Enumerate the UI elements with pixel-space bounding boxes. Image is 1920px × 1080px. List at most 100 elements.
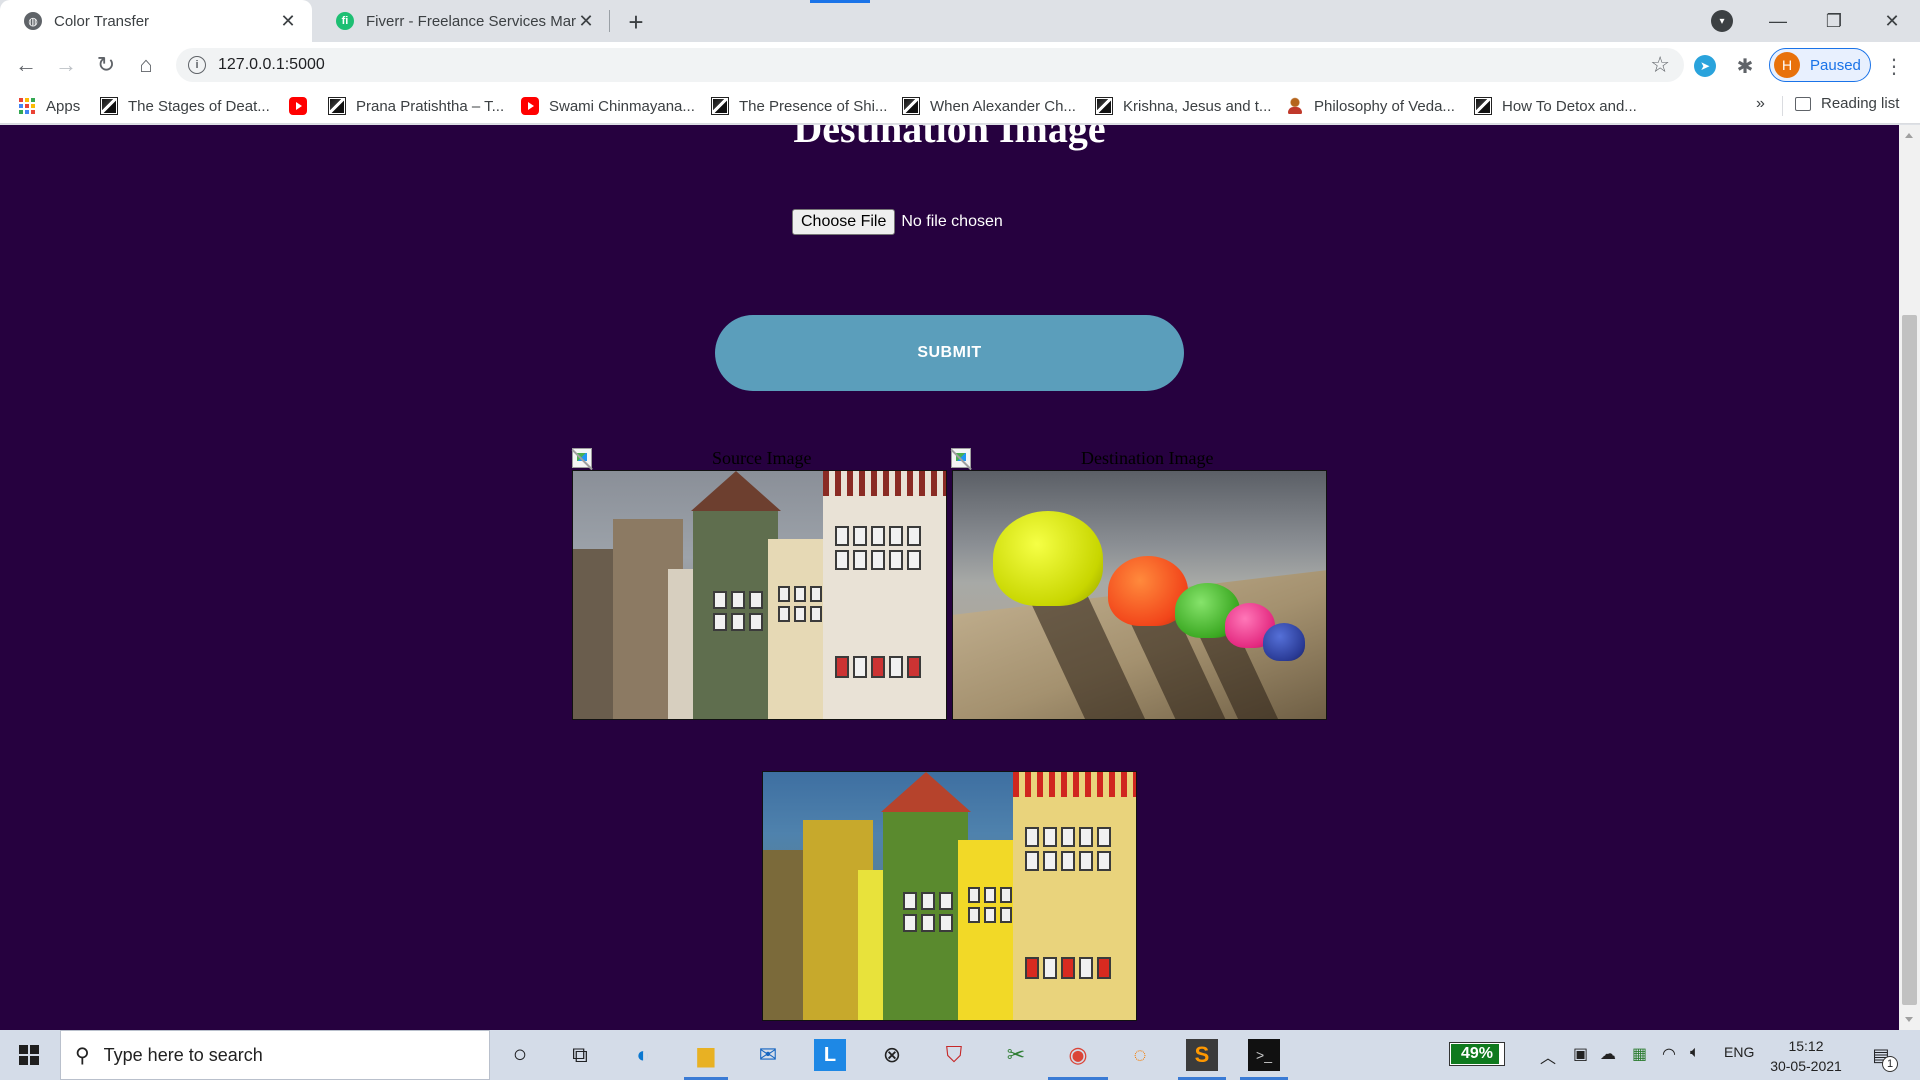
reading-list-button[interactable]: Reading list — [1795, 95, 1899, 112]
destination-image — [952, 470, 1327, 720]
scrollbar-thumb[interactable] — [1902, 315, 1917, 1005]
close-icon[interactable]: ✕ — [278, 11, 298, 31]
bookmark-item[interactable]: How To Detox and... — [1474, 95, 1637, 117]
jupyter-icon[interactable]: ◌ — [1124, 1039, 1156, 1071]
bookmark-item[interactable]: When Alexander Ch... — [902, 95, 1076, 117]
fiverr-icon: fi — [336, 12, 354, 30]
onedrive-icon[interactable]: ☁ — [1600, 1044, 1616, 1064]
bookmarks-bar: Apps The Stages of Deat... Prana Pratish… — [0, 88, 1920, 124]
mcafee-icon[interactable]: ⛉ — [938, 1039, 970, 1071]
volume-icon[interactable]: 🔈︎ — [1690, 1044, 1700, 1062]
loading-indicator — [810, 0, 870, 3]
search-placeholder: Type here to search — [103, 1044, 263, 1065]
telegram-extension-icon[interactable]: ➤ — [1694, 55, 1716, 77]
bookmark-label: Apps — [46, 97, 81, 115]
choose-file-button[interactable]: Choose File — [792, 209, 896, 235]
minimize-button[interactable]: — — [1750, 0, 1806, 42]
mail-icon[interactable]: ✉ — [752, 1039, 784, 1071]
windows-logo-icon — [19, 1045, 39, 1065]
chrome-icon[interactable]: ◉ — [1062, 1039, 1094, 1071]
page-content: Destination Image Choose File No file ch… — [0, 125, 1899, 1030]
tab-search-icon[interactable]: ▾ — [1711, 10, 1733, 32]
file-explorer-icon[interactable]: ▆ — [690, 1039, 722, 1071]
academia-icon — [100, 97, 118, 115]
tab-color-transfer[interactable]: ◍ Color Transfer ✕ — [0, 0, 312, 42]
academia-icon — [711, 97, 729, 115]
destination-image-alt: Destination Image — [1081, 447, 1214, 468]
sublime-text-icon[interactable]: S — [1186, 1039, 1218, 1071]
snipping-tool-icon[interactable]: ✂ — [1000, 1039, 1032, 1071]
notification-center-icon[interactable]: ▤ 1 — [1866, 1040, 1898, 1072]
browser-menu-icon[interactable]: ⋮ — [1884, 55, 1904, 78]
home-icon[interactable]: ⌂ — [130, 49, 162, 81]
tab-title: Color Transfer — [54, 12, 150, 30]
clock-time: 15:12 — [1788, 1038, 1824, 1054]
device-icon[interactable]: ▣ — [1573, 1044, 1588, 1064]
new-tab-button[interactable]: + — [622, 7, 650, 37]
avatar: H — [1774, 52, 1800, 78]
battery-percent: 49% — [1460, 1045, 1494, 1062]
destination-image-placeholder: Destination Image — [951, 448, 1213, 468]
academia-icon — [328, 97, 346, 115]
tab-title: Fiverr - Freelance Services Marke — [366, 12, 576, 30]
back-arrow-icon[interactable]: ← — [10, 49, 42, 81]
system-clock[interactable]: 15:12 30-05-2021 — [1762, 1036, 1850, 1076]
launcher-l-icon[interactable]: L — [814, 1039, 846, 1071]
security-icon[interactable]: ▦ — [1632, 1044, 1647, 1064]
show-hidden-icons-chevron-icon[interactable]: ︿ — [1540, 1044, 1556, 1068]
battery-indicator[interactable]: 49% — [1449, 1042, 1505, 1066]
academia-icon — [902, 97, 920, 115]
bookmark-item[interactable]: Krishna, Jesus and t... — [1095, 95, 1271, 117]
terminal-icon[interactable]: >_ — [1248, 1039, 1280, 1071]
file-status: No file chosen — [901, 213, 1003, 230]
tab-separator — [609, 10, 610, 32]
reload-icon[interactable]: ↻ — [90, 49, 122, 81]
browser-toolbar: ← → ↻ ⌂ i 127.0.0.1:5000 ☆ ➤ ✱ H Paused … — [0, 42, 1920, 88]
site-info-icon[interactable]: i — [188, 56, 206, 74]
bookmark-item[interactable]: The Stages of Deat... — [100, 95, 270, 117]
wifi-icon[interactable]: ◠ — [1662, 1044, 1676, 1064]
window-close-button[interactable]: ✕ — [1864, 0, 1920, 42]
browser-tab-strip: ◍ Color Transfer ✕ fi Fiverr - Freelance… — [0, 0, 1920, 42]
globe-icon: ◍ — [24, 12, 42, 30]
notification-badge: 1 — [1882, 1056, 1898, 1072]
bookmark-apps[interactable]: Apps — [18, 95, 80, 117]
youtube-icon — [521, 97, 539, 115]
scroll-down-arrow-icon[interactable] — [1905, 1017, 1913, 1022]
more-bookmarks-button[interactable]: » — [1756, 95, 1765, 113]
profile-button[interactable]: H Paused — [1769, 48, 1871, 82]
restore-button[interactable]: ❐ — [1806, 0, 1862, 42]
page-scrollbar[interactable] — [1899, 125, 1920, 1030]
cortana-icon[interactable]: ○ — [504, 1039, 536, 1071]
bookmark-label: Swami Chinmayana... — [549, 97, 695, 115]
bookmark-item[interactable] — [289, 95, 317, 117]
extensions-puzzle-icon[interactable]: ✱ — [1734, 55, 1756, 78]
bookmark-item[interactable]: Philosophy of Veda... — [1286, 95, 1455, 117]
file-input[interactable]: Choose File No file chosen — [792, 209, 1003, 235]
task-view-icon[interactable]: ⧉ — [564, 1039, 596, 1071]
bookmark-item[interactable]: The Presence of Shi... — [711, 95, 887, 117]
bookmark-item[interactable]: Prana Pratishtha – T... — [328, 95, 504, 117]
language-indicator[interactable]: ENG — [1724, 1044, 1754, 1060]
reading-list-label: Reading list — [1821, 95, 1900, 112]
broken-image-icon — [572, 448, 592, 468]
scroll-up-arrow-icon[interactable] — [1905, 133, 1913, 138]
start-button[interactable] — [0, 1030, 58, 1080]
bookmark-item[interactable]: Swami Chinmayana... — [521, 95, 695, 117]
bookmark-star-icon[interactable]: ☆ — [1650, 52, 1670, 78]
meditation-icon — [1286, 97, 1304, 115]
tab-fiverr[interactable]: fi Fiverr - Freelance Services Marke ✕ — [312, 0, 610, 42]
result-image — [762, 771, 1137, 1021]
bookmark-label: Prana Pratishtha – T... — [356, 97, 505, 115]
xbox-icon[interactable]: ⊗ — [876, 1039, 908, 1071]
taskbar-search-box[interactable]: ⚲ Type here to search — [60, 1030, 490, 1080]
source-image — [572, 470, 947, 720]
address-bar[interactable]: i 127.0.0.1:5000 ☆ — [176, 48, 1684, 82]
edge-icon[interactable]: ◐ — [627, 1039, 659, 1071]
apps-grid-icon — [18, 97, 36, 115]
close-icon[interactable]: ✕ — [576, 11, 596, 31]
submit-button[interactable]: SUBMIT — [715, 315, 1184, 391]
forward-arrow-icon[interactable]: → — [50, 49, 82, 81]
source-image-placeholder: Source Image — [572, 448, 811, 468]
url-text[interactable]: 127.0.0.1:5000 — [218, 56, 325, 74]
